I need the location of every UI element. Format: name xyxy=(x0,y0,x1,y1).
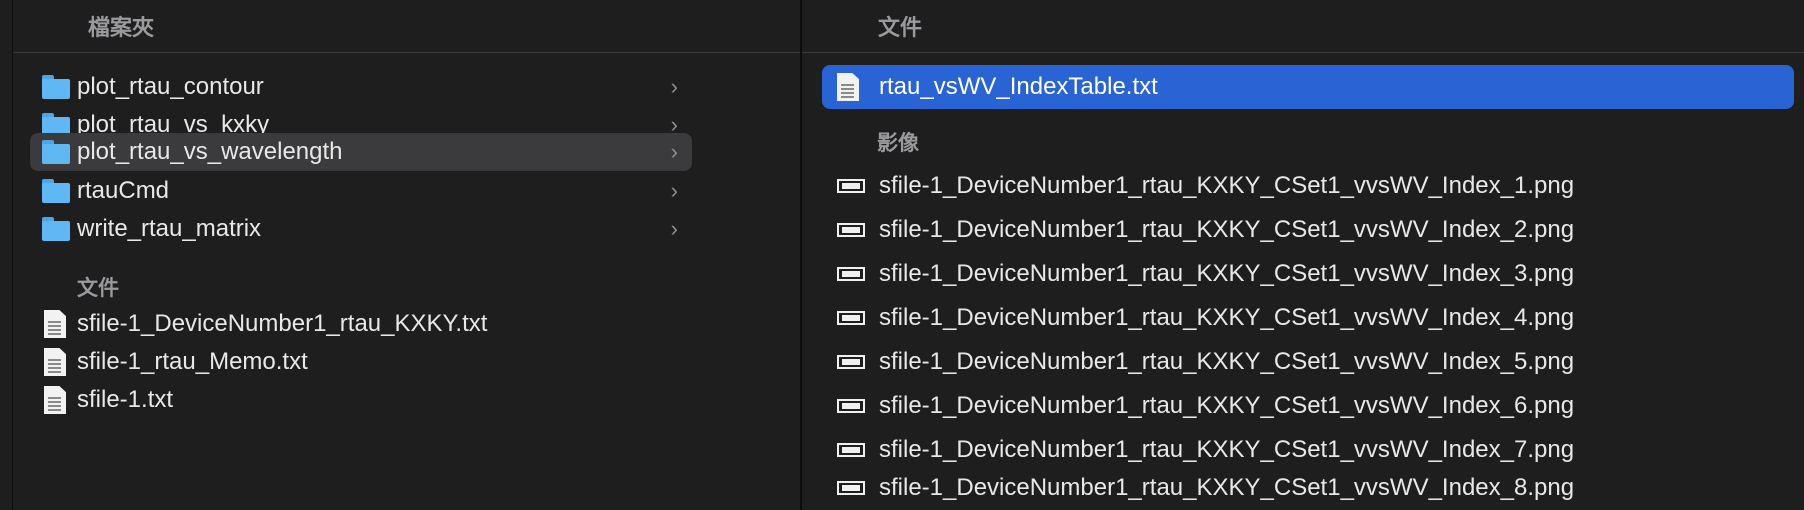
images-section-header: 影像 xyxy=(877,132,919,155)
chevron-right-icon: › xyxy=(670,178,678,203)
image-file-icon xyxy=(837,481,865,495)
folder-icon xyxy=(42,217,70,241)
image-row[interactable]: sfile-1_DeviceNumber1_rtau_KXKY_CSet1_vv… xyxy=(822,208,1794,252)
document-row-selected[interactable]: rtau_vsWV_IndexTable.txt xyxy=(822,65,1794,109)
file-row[interactable]: sfile-1_rtau_Memo.txt xyxy=(30,348,692,376)
image-file-icon xyxy=(837,267,865,281)
folder-name: rtauCmd xyxy=(77,177,170,204)
document-name: rtau_vsWV_IndexTable.txt xyxy=(879,73,1158,100)
chevron-right-icon: › xyxy=(670,74,678,99)
folder-column: 檔案夾 plot_rtau_contour › plot_rtau_vs_kxk… xyxy=(13,0,800,510)
text-document-icon xyxy=(44,348,66,376)
image-file-icon xyxy=(837,399,865,413)
folder-row-plot-rtau-vs-wavelength[interactable]: plot_rtau_vs_wavelength › xyxy=(30,133,692,171)
folder-name: plot_rtau_contour xyxy=(77,73,264,100)
text-document-icon xyxy=(44,386,66,414)
image-file-icon xyxy=(837,355,865,369)
image-name: sfile-1_DeviceNumber1_rtau_KXKY_CSet1_vv… xyxy=(879,474,1575,501)
file-name: sfile-1.txt xyxy=(77,386,174,413)
image-name: sfile-1_DeviceNumber1_rtau_KXKY_CSet1_vv… xyxy=(879,172,1575,199)
image-row[interactable]: sfile-1_DeviceNumber1_rtau_KXKY_CSet1_vv… xyxy=(822,296,1794,340)
file-row[interactable]: sfile-1.txt xyxy=(30,386,692,414)
chevron-right-icon: › xyxy=(670,139,678,164)
image-row[interactable]: sfile-1_DeviceNumber1_rtau_KXKY_CSet1_vv… xyxy=(822,340,1794,384)
documents-header: 文件 xyxy=(802,0,1804,53)
text-document-icon xyxy=(837,73,859,101)
image-file-icon xyxy=(837,179,865,193)
files-section-header: 文件 xyxy=(77,277,119,300)
image-row[interactable]: sfile-1_DeviceNumber1_rtau_KXKY_CSet1_vv… xyxy=(822,252,1794,296)
image-name: sfile-1_DeviceNumber1_rtau_KXKY_CSet1_vv… xyxy=(879,348,1575,375)
folder-icon xyxy=(42,140,70,164)
image-name: sfile-1_DeviceNumber1_rtau_KXKY_CSet1_vv… xyxy=(879,260,1575,287)
folder-icon xyxy=(42,179,70,203)
folder-row-write-rtau-matrix[interactable]: write_rtau_matrix › xyxy=(30,215,692,242)
folders-header: 檔案夾 xyxy=(13,0,800,53)
folder-name: write_rtau_matrix xyxy=(77,215,262,242)
folder-name: plot_rtau_vs_wavelength xyxy=(77,138,343,165)
file-name: sfile-1_DeviceNumber1_rtau_KXKY.txt xyxy=(77,310,488,337)
image-row[interactable]: sfile-1_DeviceNumber1_rtau_KXKY_CSet1_vv… xyxy=(822,164,1794,208)
file-row[interactable]: sfile-1_DeviceNumber1_rtau_KXKY.txt xyxy=(30,310,692,338)
text-document-icon xyxy=(44,310,66,338)
image-file-icon xyxy=(837,443,865,457)
folder-icon xyxy=(42,75,70,99)
image-name: sfile-1_DeviceNumber1_rtau_KXKY_CSet1_vv… xyxy=(879,436,1575,463)
image-name: sfile-1_DeviceNumber1_rtau_KXKY_CSet1_vv… xyxy=(879,216,1575,243)
image-file-icon xyxy=(837,223,865,237)
image-row[interactable]: sfile-1_DeviceNumber1_rtau_KXKY_CSet1_vv… xyxy=(822,384,1794,428)
image-row[interactable]: sfile-1_DeviceNumber1_rtau_KXKY_CSet1_vv… xyxy=(822,466,1794,510)
folder-row-rtaucmd[interactable]: rtauCmd › xyxy=(30,177,692,204)
file-name: sfile-1_rtau_Memo.txt xyxy=(77,348,308,375)
file-column: 文件 rtau_vsWV_IndexTable.txt 影像 sfile-1_D… xyxy=(802,0,1804,510)
image-file-icon xyxy=(837,311,865,325)
image-name: sfile-1_DeviceNumber1_rtau_KXKY_CSet1_vv… xyxy=(879,392,1575,419)
chevron-right-icon: › xyxy=(670,216,678,241)
image-name: sfile-1_DeviceNumber1_rtau_KXKY_CSet1_vv… xyxy=(879,304,1575,331)
